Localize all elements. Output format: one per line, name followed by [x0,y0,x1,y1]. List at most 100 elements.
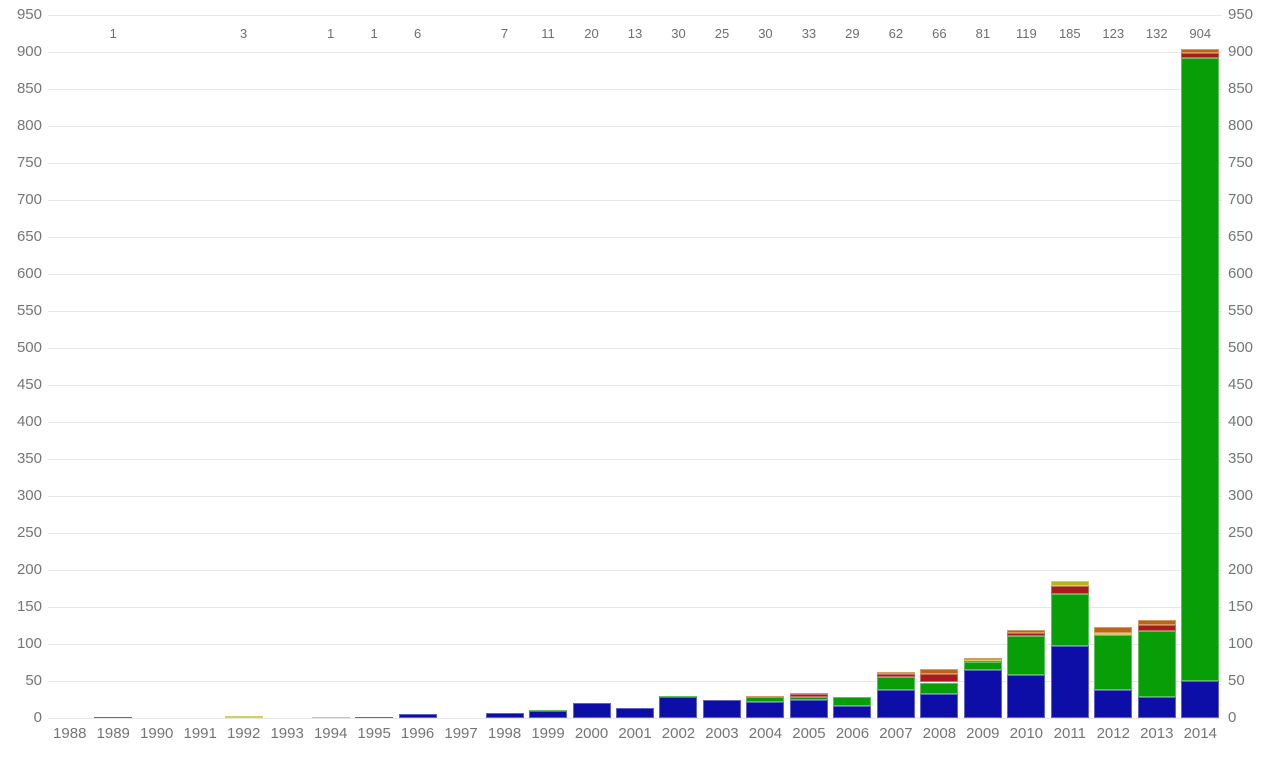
gridline [48,52,1222,53]
bar-segment-dark_red[interactable] [790,694,828,696]
y-axis-label-left: 900 [0,44,42,60]
bar-group[interactable] [920,669,958,718]
y-axis-label-left: 300 [0,488,42,504]
bar-segment-dark_red[interactable] [1181,53,1219,58]
bar-group[interactable] [573,703,611,718]
bar-segment-blue[interactable] [746,702,784,718]
bar-segment-blue[interactable] [573,703,611,718]
y-axis-label-right: 800 [1228,118,1268,134]
gridline [48,163,1222,164]
bar-group[interactable] [1138,620,1176,718]
bar-segment-blue[interactable] [703,700,741,719]
y-axis-label-left: 950 [0,7,42,23]
bar-segment-blue[interactable] [659,697,697,718]
bar-segment-blue[interactable] [1138,697,1176,718]
bar-segment-dark_red[interactable] [920,674,958,682]
bar-segment-green[interactable] [1051,594,1089,647]
gridline [48,15,1222,16]
y-axis-label-right: 950 [1228,7,1268,23]
bar-group[interactable] [616,708,654,718]
bar-segment-olive[interactable] [1051,581,1089,586]
gridline [48,681,1222,682]
bar-segment-blue[interactable] [833,706,871,718]
x-axis-label: 2014 [1170,725,1230,742]
bar-segment-dark_red[interactable] [877,674,915,677]
bar-segment-blue[interactable] [920,694,958,718]
bar-segment-orange[interactable] [920,669,958,674]
y-axis-label-right: 900 [1228,44,1268,60]
bar-segment-blue[interactable] [1094,690,1132,718]
bar-group[interactable] [877,672,915,718]
bar-group[interactable] [964,658,1002,718]
bar-segment-green[interactable] [1007,636,1045,675]
y-axis-label-left: 550 [0,303,42,319]
bar-segment-dark_red[interactable] [1138,625,1176,631]
bar-segment-blue[interactable] [1181,681,1219,718]
bar-segment-orange[interactable] [877,672,915,673]
bar-segment-green[interactable] [790,697,828,701]
bar-segment-orange[interactable] [1007,630,1045,633]
bar-group[interactable] [659,696,697,718]
bar-segment-blue[interactable] [877,690,915,718]
bar-segment-green[interactable] [746,697,784,701]
bar-segment-green[interactable] [833,697,871,707]
bar-segment-blue[interactable] [355,717,393,718]
bar-segment-dark_red[interactable] [1007,633,1045,636]
bar-group[interactable] [833,697,871,718]
bar-group[interactable] [94,717,132,718]
gridline [48,126,1222,127]
bar-group[interactable] [746,696,784,718]
y-axis-label-left: 650 [0,229,42,245]
bar-segment-orange[interactable] [1181,49,1219,53]
bar-segment-green[interactable] [920,683,958,694]
y-axis-label-left: 200 [0,562,42,578]
bar-segment-blue[interactable] [399,714,437,718]
bar-segment-green[interactable] [529,710,567,711]
bar-segment-blue[interactable] [616,708,654,718]
gridline [48,459,1222,460]
gridline [48,237,1222,238]
bar-group[interactable] [529,710,567,718]
y-axis-label-right: 50 [1228,673,1268,689]
bar-segment-blue[interactable] [94,717,132,718]
bar-segment-blue[interactable] [790,700,828,718]
bar-group[interactable] [1007,630,1045,718]
bar-group[interactable] [312,717,350,718]
y-axis-label-right: 250 [1228,525,1268,541]
bar-group[interactable] [703,700,741,719]
bar-group[interactable] [486,713,524,718]
y-axis-label-right: 700 [1228,192,1268,208]
bar-group[interactable] [790,694,828,718]
bar-segment-blue[interactable] [1007,675,1045,718]
bar-group[interactable] [399,714,437,718]
bar-segment-green[interactable] [877,677,915,690]
y-axis-label-left: 500 [0,340,42,356]
bar-segment-orange[interactable] [790,693,828,694]
bar-segment-blue[interactable] [1051,646,1089,718]
bar-group[interactable] [1094,627,1132,718]
bar-group[interactable] [225,716,263,718]
bar-segment-dark_red[interactable] [1051,586,1089,593]
bar-segment-green[interactable] [1181,58,1219,681]
bar-segment-green[interactable] [1094,635,1132,690]
bar-segment-orange[interactable] [746,696,784,697]
bar-segment-olive[interactable] [225,716,263,718]
bar-group[interactable] [1051,581,1089,718]
bar-segment-olive[interactable] [1094,633,1132,635]
bar-segment-orange[interactable] [964,658,1002,660]
gridline [48,89,1222,90]
bar-segment-green[interactable] [659,696,697,697]
bar-segment-olive[interactable] [312,717,350,718]
bar-group[interactable] [355,717,393,718]
y-axis-label-left: 600 [0,266,42,282]
bar-segment-blue[interactable] [486,713,524,718]
bar-segment-blue[interactable] [964,670,1002,718]
bar-segment-green[interactable] [1138,631,1176,698]
bar-segment-orange[interactable] [1094,627,1132,633]
gridline [48,533,1222,534]
bar-group[interactable] [1181,49,1219,718]
bar-segment-orange[interactable] [1138,620,1176,624]
y-axis-label-left: 400 [0,414,42,430]
bar-segment-green[interactable] [964,662,1002,670]
bar-segment-blue[interactable] [529,711,567,718]
